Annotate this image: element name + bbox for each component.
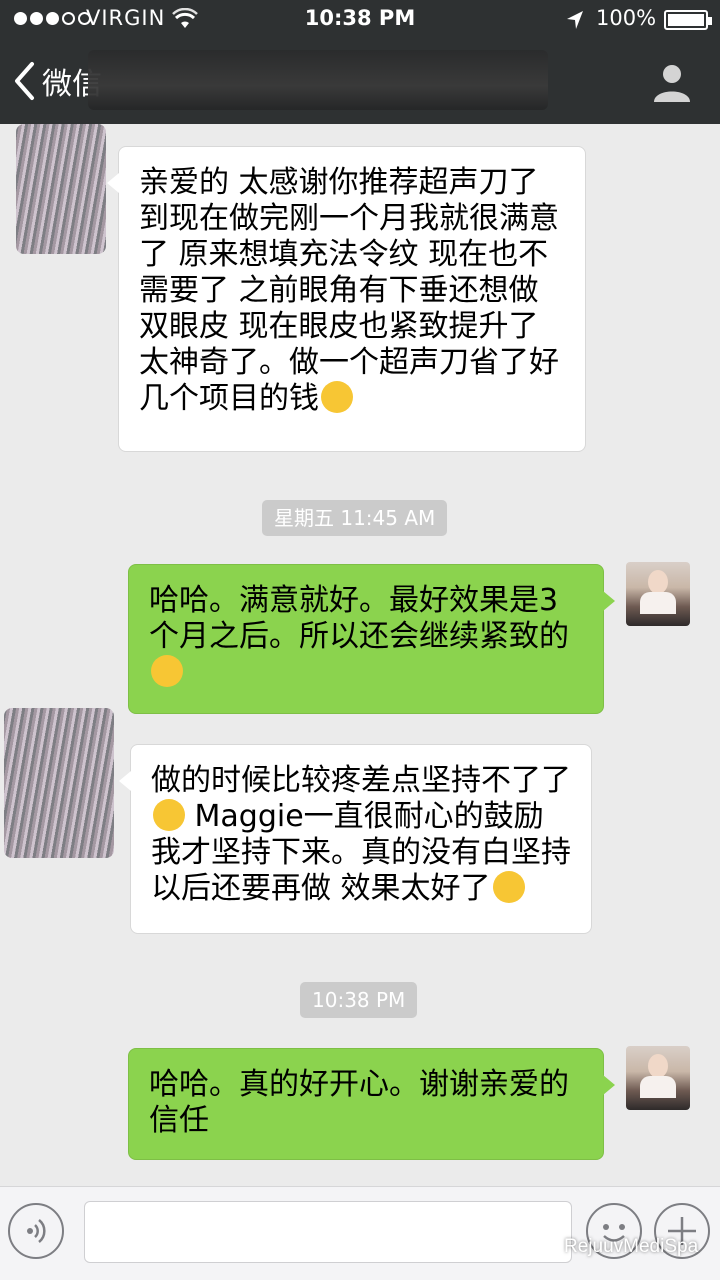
message-bubble-outgoing[interactable]: 哈哈。真的好开心。谢谢亲爱的信任	[128, 1048, 615, 1160]
chat-area[interactable]: 亲爱的 太感谢你推荐超声刀了 到现在做完刚一个月我就很满意了 原来想填充法令纹 …	[0, 124, 720, 1186]
watermark-text: RejuuvMediSpa	[564, 1236, 699, 1257]
user-avatar[interactable]	[626, 562, 690, 626]
message-text-input[interactable]	[84, 1201, 572, 1263]
message-text: 哈哈。满意就好。最好效果是3个月之后。所以还会继续紧致的	[149, 583, 569, 654]
watermark: RejuuvMediSpa	[530, 1236, 698, 1258]
battery-percentage: 100%	[596, 6, 657, 30]
nav-bar: 微信	[0, 40, 720, 124]
message-text: 哈哈。真的好开心。谢谢亲爱的信任	[149, 1067, 569, 1138]
message-text: 亲爱的 太感谢你推荐超声刀了 到现在做完刚一个月我就很满意了 原来想填充法令纹 …	[139, 165, 559, 416]
hugging-face-emoji-icon	[492, 871, 525, 903]
contact-profile-icon[interactable]	[650, 60, 694, 104]
user-avatar[interactable]	[626, 1046, 690, 1110]
message-text-part-1: 做的时候比较疼差点坚持不了了	[151, 763, 571, 798]
voice-icon	[27, 1219, 46, 1243]
battery-icon	[664, 10, 712, 30]
timestamp: 星期五 11:45 AM	[262, 500, 448, 536]
crying-laughing-face-emoji-icon	[153, 799, 185, 831]
message-bubble-outgoing[interactable]: 哈哈。满意就好。最好效果是3个月之后。所以还会继续紧致的	[128, 564, 615, 714]
location-arrow-icon	[567, 11, 583, 29]
message-bubble-incoming[interactable]: 做的时候比较疼差点坚持不了了 Maggie一直很耐心的鼓励我才坚持下来。真的没有…	[119, 744, 592, 934]
contact-avatar-redacted[interactable]	[4, 708, 114, 858]
contact-avatar-redacted[interactable]	[16, 124, 106, 254]
voice-input-button[interactable]	[8, 1203, 64, 1259]
timestamp: 10:38 PM	[300, 982, 418, 1018]
chevron-left-icon	[15, 62, 34, 100]
message-input-bar	[0, 1186, 720, 1280]
sunglasses-face-emoji-icon	[151, 655, 183, 687]
redacted-chat-title	[88, 50, 548, 110]
wechat-logo-icon	[530, 1236, 558, 1258]
thinking-face-emoji-icon	[321, 381, 353, 413]
status-bar: VIRGIN 10:38 PM 100%	[0, 0, 720, 40]
app-header: VIRGIN 10:38 PM 100% 微信	[0, 0, 720, 124]
message-bubble-incoming[interactable]: 亲爱的 太感谢你推荐超声刀了 到现在做完刚一个月我就很满意了 原来想填充法令纹 …	[107, 146, 586, 452]
